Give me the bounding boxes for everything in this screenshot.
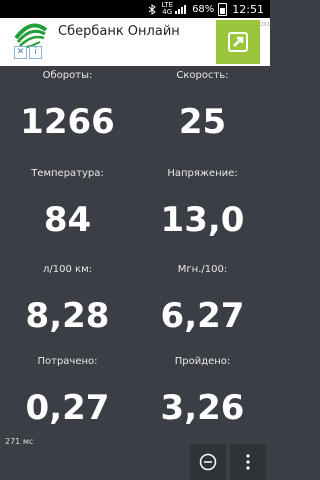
metric-label: Пройдено: (174, 356, 231, 367)
latency-text: 271 мс (5, 437, 34, 446)
bluetooth-icon (148, 3, 157, 15)
signal-icon (175, 4, 187, 14)
ad-tag: 2X1 (260, 22, 270, 28)
metric-label: Мгн./100: (177, 264, 228, 275)
metric-label: Напряжение: (167, 168, 238, 179)
metric-value: 8,28 (25, 296, 110, 336)
network-type: LTE 4G (161, 1, 174, 16)
metric-label: л/100 км: (43, 264, 92, 275)
minus-button[interactable] (190, 444, 226, 480)
metric-value: 13,0 (160, 200, 245, 240)
status-bar: LTE 4G 68% 12:51 (0, 0, 270, 18)
minus-circle-icon (199, 453, 217, 471)
metric-value: 1266 (20, 102, 115, 142)
ad-open-button[interactable] (216, 20, 260, 64)
battery-percent: 68% (192, 3, 215, 15)
more-vertical-icon (246, 454, 250, 470)
metric-value: 84 (43, 200, 92, 240)
ad-banner[interactable]: Сбербанк Онлайн ✕ i 2X1 (0, 18, 270, 66)
metric-label: Скорость: (176, 70, 229, 81)
metric-value: 0,27 (25, 388, 110, 428)
ad-close-icon[interactable]: ✕ (14, 46, 27, 59)
metric-value: 6,27 (160, 296, 245, 336)
battery-icon (218, 2, 228, 16)
external-link-icon (228, 32, 248, 52)
clock: 12:51 (232, 2, 264, 16)
metric-value: 25 (178, 102, 227, 142)
ad-info-icon[interactable]: i (29, 46, 42, 59)
menu-button[interactable] (230, 444, 266, 480)
ad-title: Сбербанк Онлайн (58, 24, 180, 39)
metric-label: Потрачено: (37, 356, 98, 367)
metric-value: 3,26 (160, 388, 245, 428)
metric-label: Обороты: (42, 70, 93, 81)
metric-label: Температура: (31, 168, 104, 179)
